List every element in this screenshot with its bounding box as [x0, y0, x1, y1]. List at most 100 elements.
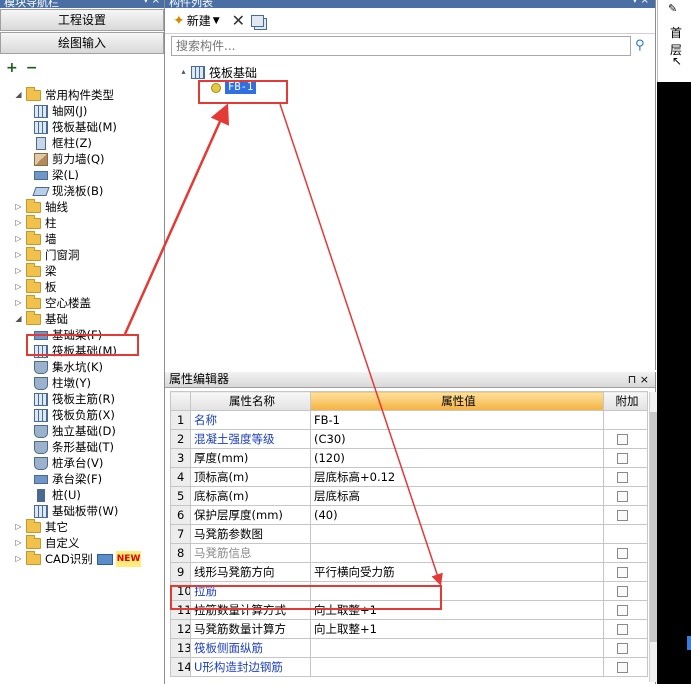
attach-checkbox[interactable]: [617, 510, 628, 521]
property-row[interactable]: 8 马凳筋信息: [170, 543, 648, 563]
attach-checkbox[interactable]: [617, 491, 628, 502]
tree-item[interactable]: 剪力墙(Q): [34, 151, 105, 167]
new-component-button[interactable]: ✦ 新建 ▼: [173, 12, 220, 29]
tree-item[interactable]: 基础板带(W): [34, 503, 118, 519]
property-row[interactable]: 3 厚度(mm) (120): [170, 448, 648, 468]
attach-checkbox[interactable]: [617, 586, 628, 597]
attach-checkbox[interactable]: [617, 624, 628, 635]
expand-icon[interactable]: ▷: [14, 538, 23, 548]
collapse-icon[interactable]: ◢: [14, 314, 23, 324]
attach-cell: [603, 543, 648, 563]
expand-icon[interactable]: ▷: [14, 266, 23, 276]
tree-item[interactable]: ◢ 常用构件类型: [14, 86, 114, 103]
property-scrollbar[interactable]: [649, 392, 657, 682]
expand-icon[interactable]: ▷: [14, 282, 23, 292]
expand-icon[interactable]: ▷: [14, 554, 23, 564]
tree-item[interactable]: 筏板负筋(X): [34, 407, 115, 423]
tree-item[interactable]: 独立基础(D): [34, 423, 116, 439]
expand-icon[interactable]: ▷: [14, 202, 23, 212]
tree-item[interactable]: ▷ 墙: [14, 230, 57, 247]
tree-item[interactable]: 轴网(J): [34, 103, 87, 119]
property-value[interactable]: (120): [310, 448, 604, 468]
attach-checkbox[interactable]: [617, 548, 628, 559]
attach-checkbox[interactable]: [617, 567, 628, 578]
expand-icon[interactable]: ▷: [14, 218, 23, 228]
property-row[interactable]: 1 名称 FB-1: [170, 410, 648, 430]
tree-item[interactable]: ▷ 柱: [14, 214, 57, 231]
expand-icon[interactable]: ▷: [14, 298, 23, 308]
tree-item[interactable]: 柱墩(Y): [34, 375, 91, 391]
raft-foundation-icon: [191, 66, 205, 79]
tree-item[interactable]: 梁(L): [34, 167, 79, 183]
attach-checkbox[interactable]: [617, 662, 628, 673]
tree-item[interactable]: 筏板基础(M): [34, 119, 117, 135]
select-cursor-icon[interactable]: ↖: [672, 54, 682, 68]
property-row[interactable]: 5 底标高(m) 层底标高: [170, 486, 648, 506]
chevron-down-icon[interactable]: ▼: [213, 16, 220, 26]
attach-checkbox[interactable]: [617, 643, 628, 654]
expand-icon[interactable]: ▷: [14, 522, 23, 532]
property-value[interactable]: [310, 543, 604, 563]
property-row[interactable]: 13 筏板侧面纵筋: [170, 638, 648, 658]
tree-item[interactable]: 集水坑(K): [34, 359, 103, 375]
pen-icon[interactable]: ✎: [668, 2, 677, 15]
attach-checkbox[interactable]: [617, 472, 628, 483]
property-value[interactable]: [310, 524, 604, 544]
property-value[interactable]: (40): [310, 505, 604, 525]
property-value[interactable]: 平行横向受力筋: [310, 562, 604, 582]
collapse-icon[interactable]: ▴: [179, 68, 188, 77]
tree-item[interactable]: 筏板主筋(R): [34, 391, 115, 407]
tree-item[interactable]: ▷ 其它: [14, 518, 68, 535]
property-value[interactable]: 层底标高: [310, 486, 604, 506]
tree-item[interactable]: 条形基础(T): [34, 439, 114, 455]
property-value[interactable]: 向上取整+1: [310, 619, 604, 639]
close-icon[interactable]: ▾ ×: [632, 0, 649, 6]
tree-item[interactable]: 框柱(Z): [34, 135, 92, 151]
tree-item[interactable]: 桩(U): [34, 487, 81, 503]
property-value[interactable]: [310, 657, 604, 677]
property-row[interactable]: 4 顶标高(m) 层底标高+0.12: [170, 467, 648, 487]
project-settings-button[interactable]: 工程设置: [0, 9, 164, 31]
expand-icon[interactable]: ▷: [14, 234, 23, 244]
search-icon[interactable]: ⚲: [635, 38, 651, 54]
property-value[interactable]: (C30): [310, 429, 604, 449]
tree-item[interactable]: ▷ CAD识别 NEW: [14, 550, 142, 567]
property-row[interactable]: 6 保护层厚度(mm) (40): [170, 505, 648, 525]
tree-item[interactable]: ◢ 基础: [14, 310, 68, 327]
tree-item[interactable]: ▷ 门窗洞: [14, 246, 80, 263]
property-row[interactable]: 12 马凳筋数量计算方 向上取整+1: [170, 619, 648, 639]
tree-item[interactable]: 承台梁(F): [34, 471, 102, 487]
collapse-icon[interactable]: ◢: [14, 90, 23, 100]
copy-icon[interactable]: [251, 14, 265, 27]
drawing-input-button[interactable]: 绘图输入: [0, 32, 164, 54]
pin-icon[interactable]: ▾ ×: [143, 0, 160, 6]
property-value[interactable]: 层底标高+0.12: [310, 467, 604, 487]
floor-selector[interactable]: 首层: [670, 24, 691, 58]
scroll-thumb[interactable]: [650, 412, 657, 642]
tree-item[interactable]: ▷ 板: [14, 278, 57, 295]
tree-item[interactable]: 现浇板(B): [32, 183, 103, 199]
tree-item[interactable]: ▷ 轴线: [14, 198, 68, 215]
expand-all-icon[interactable]: +: [6, 60, 18, 76]
delete-icon[interactable]: ✕: [232, 11, 245, 30]
attach-checkbox[interactable]: [617, 453, 628, 464]
folder-icon: [26, 86, 41, 101]
tree-item[interactable]: ▷ 梁: [14, 262, 57, 279]
tree-node-raft-foundation[interactable]: ▴ 筏板基础: [179, 64, 257, 81]
tree-item[interactable]: 桩承台(V): [34, 455, 103, 471]
tree-item[interactable]: ▷ 空心楼盖: [14, 294, 91, 311]
attach-checkbox[interactable]: [617, 434, 628, 445]
property-row[interactable]: 14 U形构造封边钢筋: [170, 657, 648, 677]
expand-icon[interactable]: ▷: [14, 250, 23, 260]
property-row[interactable]: 2 混凝土强度等级 (C30): [170, 429, 648, 449]
property-value[interactable]: FB-1: [310, 410, 604, 430]
property-row[interactable]: 7 马凳筋参数图: [170, 524, 648, 544]
search-input[interactable]: [171, 36, 631, 56]
collapse-all-icon[interactable]: −: [26, 60, 38, 76]
attach-checkbox[interactable]: [617, 605, 628, 616]
drawing-canvas[interactable]: ✎ 首层 ↖: [657, 0, 691, 684]
pin-close-icon[interactable]: ⊓ ×: [628, 372, 649, 387]
property-row[interactable]: 9 线形马凳筋方向 平行横向受力筋: [170, 562, 648, 582]
tree-item[interactable]: ▷ 自定义: [14, 534, 80, 551]
property-value[interactable]: [310, 638, 604, 658]
